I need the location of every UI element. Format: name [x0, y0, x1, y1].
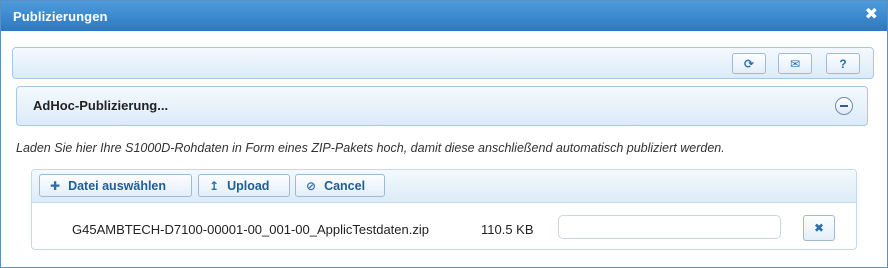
help-icon: ?	[839, 56, 847, 71]
refresh-button[interactable]: ⟳	[732, 53, 766, 74]
plus-icon: ✚	[50, 178, 61, 193]
choose-file-label: Datei auswählen	[68, 178, 167, 193]
collapse-minus-icon[interactable]	[835, 97, 853, 115]
mail-button[interactable]: ✉	[778, 53, 812, 74]
envelope-icon: ✉	[789, 56, 801, 71]
dialog-title: Publizierungen	[13, 9, 108, 24]
cancel-button[interactable]: ⊘ Cancel	[295, 174, 385, 197]
dialog-titlebar[interactable]: Publizierungen ✖	[1, 1, 887, 31]
upload-hint-text: Laden Sie hier Ihre S1000D-Rohdaten in F…	[16, 141, 725, 155]
upload-buttonbar: ✚ Datei auswählen ↥ Upload ⊘ Cancel	[32, 170, 856, 203]
file-name: G45AMBTECH-D7100-00001-00_001-00_ApplicT…	[72, 222, 429, 237]
cancel-circle-icon: ⊘	[306, 178, 317, 193]
file-size: 110.5 KB	[481, 222, 534, 237]
file-upload-widget: ✚ Datei auswählen ↥ Upload ⊘ Cancel G45A…	[31, 169, 857, 250]
adhoc-panel-title: AdHoc-Publizierung...	[33, 98, 169, 113]
upload-arrow-icon: ↥	[209, 178, 220, 193]
close-icon[interactable]: ✖	[865, 5, 878, 25]
upload-button[interactable]: ↥ Upload	[198, 174, 290, 197]
adhoc-panel-header[interactable]: AdHoc-Publizierung...	[16, 86, 868, 126]
cancel-label: Cancel	[324, 178, 366, 193]
top-toolbar: ⟳ ✉ ?	[12, 47, 874, 79]
help-button[interactable]: ?	[826, 53, 860, 74]
upload-progress-bar	[558, 215, 781, 239]
remove-file-button[interactable]: ✖	[803, 215, 835, 241]
refresh-icon: ⟳	[743, 56, 755, 71]
choose-file-button[interactable]: ✚ Datei auswählen	[39, 174, 192, 197]
upload-label: Upload	[227, 178, 270, 193]
remove-x-icon: ✖	[813, 221, 825, 235]
publizierungen-dialog: Publizierungen ✖ ⟳ ✉ ? AdHoc-Publizierun…	[0, 0, 888, 268]
